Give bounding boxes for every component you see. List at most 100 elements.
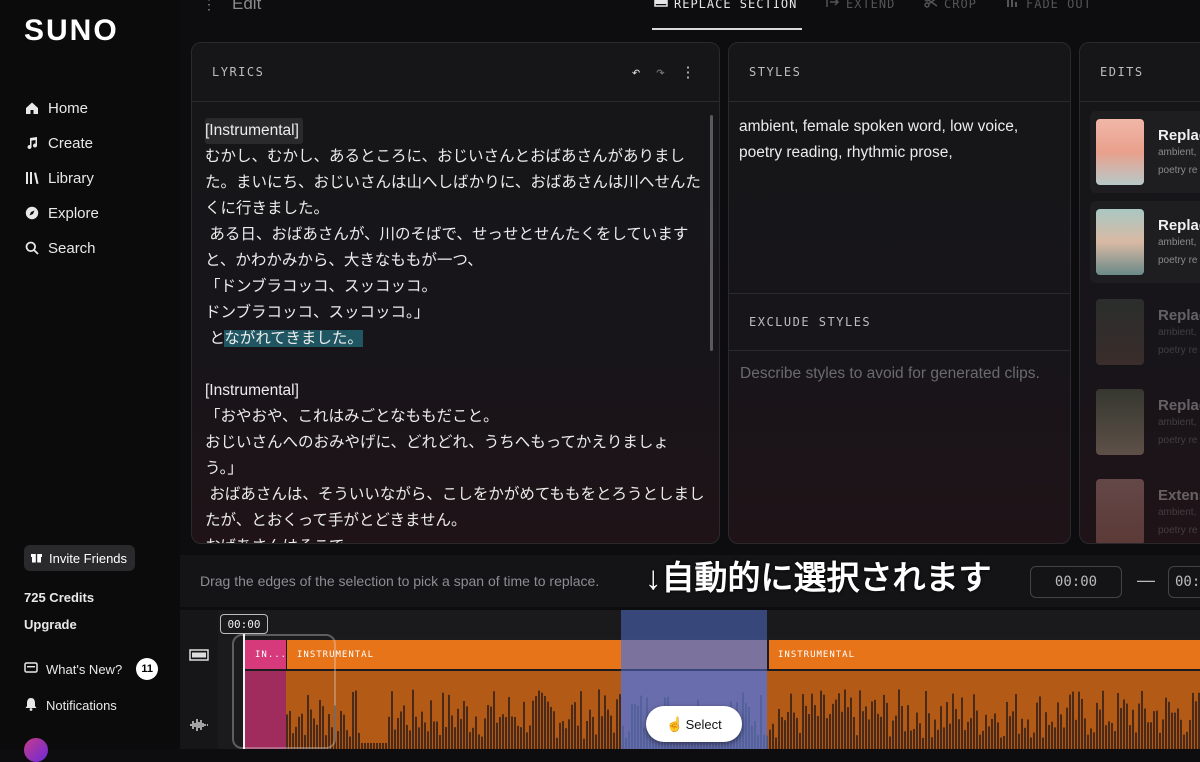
sidebar-item-label: Library [48, 169, 94, 187]
sidebar: SUNO Home Create Library Explore Search [0, 0, 180, 762]
edit-thumbnail [1096, 209, 1144, 275]
tab-label: EXTEND [846, 0, 896, 11]
redo-icon[interactable]: ↷ [656, 63, 667, 81]
fade-out-icon [1006, 0, 1020, 11]
lyrics-tag: [Instrumental] [205, 118, 303, 144]
exclude-styles-label: EXCLUDE STYLES [749, 315, 872, 329]
timeline[interactable]: IN... INSTRUMENTAL INSTRUMENTAL 00:00 ☝ … [180, 610, 1200, 749]
waveform-icon [189, 718, 209, 737]
lyrics-highlighted-text: ながれてきました。 [224, 330, 363, 347]
edit-thumbnail [1096, 119, 1144, 185]
edit-item[interactable]: Replac ambient, poetry re [1090, 111, 1200, 193]
exclude-styles-input[interactable]: Describe styles to avoid for generated c… [740, 361, 1050, 387]
edit-thumbnail [1096, 479, 1144, 543]
bell-icon [24, 697, 38, 714]
edits-header: EDITS [1080, 43, 1200, 102]
sidebar-item-home[interactable]: Home [24, 96, 88, 120]
edit-subtitle: ambient, [1158, 507, 1197, 518]
edit-title-label: Edit [232, 0, 262, 13]
edit-item[interactable]: Replac ambient, poetry re [1090, 381, 1200, 463]
exclude-styles-header: EXCLUDE STYLES [729, 293, 1070, 351]
compass-icon [24, 205, 40, 221]
tab-crop[interactable]: CROP [924, 0, 977, 11]
edit-subtitle: ambient, [1158, 417, 1197, 428]
whats-new-button[interactable]: What's New? 11 [24, 658, 159, 680]
track-icons [180, 610, 218, 749]
page-title: ⋮ Edit [202, 0, 261, 14]
edit-subtitle: poetry re [1158, 165, 1198, 176]
sidebar-item-label: Search [48, 239, 96, 257]
replace-section-icon [654, 0, 668, 11]
edit-subtitle: poetry re [1158, 525, 1198, 536]
invite-friends-label: Invite Friends [49, 550, 128, 566]
lyric-section-block[interactable]: INSTRUMENTAL [287, 640, 621, 669]
lyrics-textarea[interactable]: [Instrumental] むかし、むかし、あるところに、おじいさんとおばあさ… [192, 102, 719, 543]
sidebar-item-create[interactable]: Create [24, 131, 93, 155]
tab-replace-section[interactable]: REPLACE SECTION [654, 0, 797, 11]
tab-label: FADE OUT [1026, 0, 1092, 11]
gift-icon [30, 550, 43, 566]
edit-thumbnail [1096, 389, 1144, 455]
edit-item[interactable]: Extens ambient, poetry re [1090, 471, 1200, 543]
tab-label: REPLACE SECTION [674, 0, 798, 11]
sidebar-item-explore[interactable]: Explore [24, 201, 99, 225]
more-options-icon[interactable]: ⋮ [681, 63, 698, 81]
cursor-icon: ☝ [666, 715, 684, 732]
trim-handle[interactable] [232, 634, 336, 749]
lyrics-scrollbar[interactable] [710, 115, 713, 351]
tab-fade-out[interactable]: FADE OUT [1006, 0, 1092, 11]
edit-item[interactable]: Replac ambient, poetry re [1090, 201, 1200, 283]
lyrics-paragraph: 「おやおや、これはみごとなももだこと。 おじいさんへのおみやげに、どれどれ、うち… [205, 408, 705, 543]
edit-thumbnail [1096, 299, 1144, 365]
music-note-icon [24, 135, 40, 151]
edit-subtitle: ambient, [1158, 327, 1197, 338]
notifications-button[interactable]: Notifications [24, 697, 117, 714]
time-range-dash: — [1137, 570, 1155, 590]
start-time-field[interactable]: 00:00 [1030, 566, 1122, 598]
extend-icon [826, 0, 840, 11]
notifications-label: Notifications [46, 698, 117, 713]
home-icon [24, 100, 40, 116]
whats-new-label: What's New? [46, 661, 123, 677]
upgrade-link[interactable]: Upgrade [24, 617, 77, 632]
edits-panel: EDITS Replac ambient, poetry re Replac a… [1079, 42, 1200, 544]
section-label: INSTRUMENTAL [778, 650, 856, 660]
edit-subtitle: poetry re [1158, 345, 1198, 356]
lyrics-panel: LYRICS ↶ ↷ ⋮ [Instrumental] むかし、むかし、あるとこ… [191, 42, 720, 544]
edit-title: Replac [1158, 397, 1200, 414]
edit-item[interactable]: Replac ambient, poetry re [1090, 291, 1200, 373]
styles-input[interactable]: ambient, female spoken word, low voice, … [729, 102, 1070, 178]
styles-header: STYLES [729, 43, 1070, 102]
sidebar-item-search[interactable]: Search [24, 236, 96, 260]
timeline-hint: Drag the edges of the selection to pick … [200, 573, 600, 589]
whats-new-badge: 11 [136, 658, 159, 680]
edit-title: Replac [1158, 307, 1200, 324]
edit-subtitle: ambient, [1158, 147, 1197, 158]
sidebar-item-label: Explore [48, 204, 99, 222]
sidebar-item-label: Home [48, 99, 89, 117]
lyric-section-block[interactable]: INSTRUMENTAL [769, 640, 1200, 669]
invite-friends-button[interactable]: Invite Friends [24, 545, 136, 571]
playhead[interactable] [243, 624, 245, 749]
undo-icon[interactable]: ↶ [631, 63, 642, 81]
caption-overlay: ↓自動的に選択されます [645, 559, 992, 596]
suno-logo[interactable]: SUNO [24, 14, 119, 48]
tab-extend[interactable]: EXTEND [826, 0, 895, 11]
lyrics-header-label: LYRICS [212, 65, 265, 79]
edit-subtitle: ambient, [1158, 237, 1197, 248]
edit-title: Replac [1158, 127, 1200, 144]
edits-header-label: EDITS [1100, 65, 1144, 79]
scissors-icon [924, 0, 938, 11]
megaphone-icon [24, 661, 38, 678]
select-button-label: Select [685, 716, 722, 732]
search-icon [24, 240, 40, 256]
end-time-field[interactable]: 00: [1168, 566, 1200, 598]
lyrics-paragraph: むかし、むかし、あるところに、おじいさんとおばあさんがありました。まいにち、おじ… [205, 148, 701, 347]
select-button[interactable]: ☝ Select [646, 706, 742, 742]
sidebar-item-library[interactable]: Library [24, 166, 94, 190]
avatar[interactable] [24, 738, 48, 762]
kebab-menu-icon[interactable]: ⋮ [202, 0, 216, 13]
lyrics-header: LYRICS ↶ ↷ ⋮ [192, 43, 719, 102]
credits-count: 725 Credits [24, 590, 95, 605]
lyrics-track-icon [189, 648, 209, 666]
